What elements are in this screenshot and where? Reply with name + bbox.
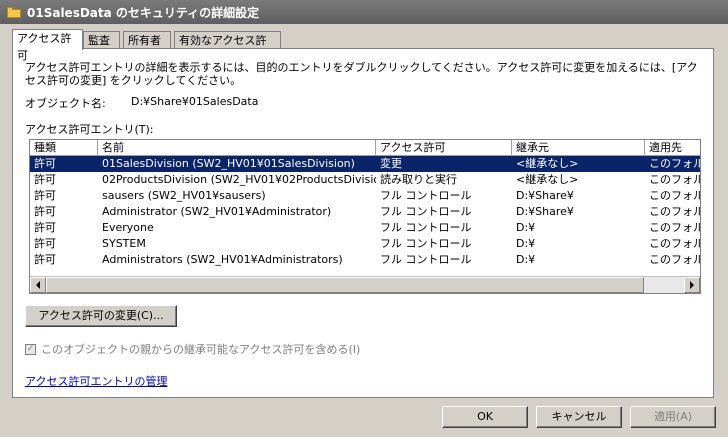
table-cell: このフォルダ: [649, 221, 700, 234]
column-header-type[interactable]: 種類: [30, 140, 98, 155]
table-row[interactable]: 許可 Administrator (SW2_HV01¥Administrator)…: [30, 204, 700, 220]
change-permissions-button[interactable]: アクセス許可の変更(C)...: [25, 305, 177, 327]
table-cell: <継承なし>: [516, 157, 579, 170]
security-dialog: 01SalesData のセキュリティの詳細設定 アクセス許可 監査 所有者 有…: [0, 0, 728, 437]
scroll-thumb[interactable]: [46, 277, 644, 293]
tab-permissions[interactable]: アクセス許可: [12, 29, 83, 62]
arrow-right-icon[interactable]: [684, 277, 700, 293]
instructions-text: アクセス許可エントリの詳細を表示するには、目的のエントリをダブルクリックしてくだ…: [25, 61, 698, 87]
table-cell: このフォルダ: [649, 205, 700, 218]
table-cell: D:¥Share¥: [516, 205, 574, 218]
table-row[interactable]: 許可 SYSTEM フル コントロール D:¥ このフォルダ: [30, 236, 700, 252]
table-cell: このフォルダ: [649, 189, 700, 202]
tab-owner[interactable]: 所有者: [123, 31, 171, 48]
table-row[interactable]: 許可 01SalesDivision (SW2_HV01¥01SalesDivis…: [30, 156, 700, 172]
table-cell: 許可: [34, 173, 56, 186]
tab-effective-permissions[interactable]: 有効なアクセス許可: [174, 31, 281, 64]
table-cell: 許可: [34, 237, 56, 250]
table-cell: 許可: [34, 189, 56, 202]
table-cell: 変更: [380, 157, 402, 170]
permission-entries-label: アクセス許可エントリ(T):: [25, 123, 154, 136]
table-cell: <継承なし>: [516, 173, 579, 186]
column-header-name[interactable]: 名前: [98, 140, 376, 155]
ok-button[interactable]: OK: [442, 406, 528, 428]
table-row[interactable]: 許可 02ProductsDivision (SW2_HV01¥02Product…: [30, 172, 700, 188]
table-cell: Everyone: [102, 221, 154, 234]
inherit-checkbox[interactable]: ✓: [25, 343, 36, 355]
manage-permission-entries-link[interactable]: アクセス許可エントリの管理: [25, 373, 167, 389]
arrow-left-icon[interactable]: [30, 277, 46, 293]
inherit-checkbox-label: このオブジェクトの親からの継承可能なアクセス許可を含める(I): [41, 343, 361, 356]
table-cell: Administrator (SW2_HV01¥Administrator): [102, 205, 332, 218]
inherit-permissions-option[interactable]: ✓ このオブジェクトの親からの継承可能なアクセス許可を含める(I): [25, 341, 360, 357]
object-name-value: D:¥Share¥01SalesData: [131, 95, 259, 108]
table-cell: 許可: [34, 157, 56, 170]
table-cell: このフォルダ: [649, 157, 700, 170]
tab-audit[interactable]: 監査: [83, 31, 120, 48]
table-cell: フル コントロール: [380, 205, 472, 218]
table-cell: D:¥Share¥: [516, 189, 574, 202]
table-cell: D:¥: [516, 221, 536, 234]
table-cell: このフォルダ: [649, 173, 700, 186]
list-header: 種類 名前 アクセス許可 継承元 適用先: [30, 140, 700, 156]
permission-entries-list[interactable]: 種類 名前 アクセス許可 継承元 適用先 許可 01SalesDivision (…: [29, 139, 701, 294]
column-header-permission[interactable]: アクセス許可: [376, 140, 512, 155]
table-cell: フル コントロール: [380, 253, 472, 266]
table-cell: フル コントロール: [380, 237, 472, 250]
table-cell: 読み取りと実行: [380, 173, 457, 186]
table-row[interactable]: 許可 Administrators (SW2_HV01¥Administrator…: [30, 252, 700, 268]
folder-icon: [7, 6, 21, 18]
table-cell: D:¥: [516, 253, 536, 266]
object-name-label: オブジェクト名:: [25, 97, 106, 110]
permissions-panel: アクセス許可エントリの詳細を表示するには、目的のエントリをダブルクリックしてくだ…: [12, 48, 714, 398]
column-header-inherited-from[interactable]: 継承元: [512, 140, 645, 155]
table-cell: 許可: [34, 205, 56, 218]
column-header-apply-to[interactable]: 適用先: [645, 140, 700, 155]
table-cell: SYSTEM: [102, 237, 146, 250]
table-cell: sausers (SW2_HV01¥sausers): [102, 189, 266, 202]
table-cell: このフォルダ: [649, 253, 700, 266]
table-cell: フル コントロール: [380, 189, 472, 202]
apply-button[interactable]: 適用(A): [630, 406, 716, 428]
table-cell: 許可: [34, 221, 56, 234]
table-cell: Administrators (SW2_HV01¥Administrators): [102, 253, 343, 266]
table-row[interactable]: 許可 Everyone フル コントロール D:¥ このフォルダ: [30, 220, 700, 236]
table-cell: 02ProductsDivision (SW2_HV01¥02ProductsD…: [102, 173, 376, 186]
table-row[interactable]: 許可 sausers (SW2_HV01¥sausers) フル コントロール D:¥…: [30, 188, 700, 204]
table-cell: フル コントロール: [380, 221, 472, 234]
table-cell: 01SalesDivision (SW2_HV01¥01SalesDivisio…: [102, 157, 355, 170]
table-cell: 許可: [34, 253, 56, 266]
horizontal-scrollbar[interactable]: [30, 276, 700, 293]
table-cell: D:¥: [516, 237, 536, 250]
cancel-button[interactable]: キャンセル: [536, 406, 622, 428]
window-title: 01SalesData のセキュリティの詳細設定: [27, 5, 260, 20]
table-cell: このフォルダ: [649, 237, 700, 250]
title-bar[interactable]: 01SalesData のセキュリティの詳細設定: [0, 0, 728, 24]
